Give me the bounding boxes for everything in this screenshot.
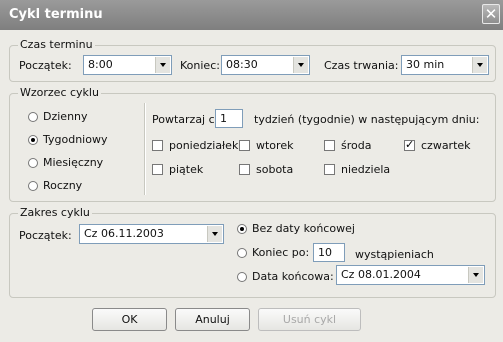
chevron-down-icon[interactable] bbox=[472, 57, 487, 73]
checkbox-saturday-box[interactable] bbox=[239, 164, 250, 175]
checkbox-thursday-label: czwartek bbox=[421, 139, 471, 152]
range-start-value: Cz 06.11.2003 bbox=[84, 227, 164, 240]
repeat-prefix-label: Powtarzaj co bbox=[152, 113, 222, 126]
start-time-value: 8:00 bbox=[88, 58, 113, 71]
radio-end-date-label: Data końcowa: bbox=[252, 270, 334, 283]
end-time-label: Koniec: bbox=[180, 59, 220, 72]
repeat-interval-input[interactable]: 1 bbox=[215, 109, 243, 128]
checkbox-sunday-label: niedziela bbox=[341, 163, 391, 176]
checkbox-saturday[interactable]: sobota bbox=[239, 163, 293, 176]
chevron-down-icon[interactable] bbox=[293, 57, 308, 73]
checkbox-tuesday[interactable]: wtorek bbox=[239, 139, 293, 152]
checkbox-monday-label: poniedziałek bbox=[169, 139, 239, 152]
end-time-combo[interactable]: 08:30 bbox=[221, 55, 310, 75]
radio-end-date[interactable]: Data końcowa: bbox=[237, 270, 334, 283]
pattern-divider bbox=[144, 103, 146, 195]
end-time-value: 08:30 bbox=[226, 58, 258, 71]
ok-button[interactable]: OK bbox=[92, 308, 167, 331]
checkbox-wednesday[interactable]: środa bbox=[324, 139, 371, 152]
close-icon[interactable]: ✕ bbox=[482, 4, 500, 24]
checkbox-friday-box[interactable] bbox=[152, 164, 163, 175]
radio-weekly-indicator[interactable] bbox=[28, 134, 38, 145]
radio-monthly-label: Miesięczny bbox=[43, 156, 104, 169]
checkbox-monday-box[interactable] bbox=[152, 140, 163, 151]
cancel-button[interactable]: Anuluj bbox=[175, 308, 250, 331]
radio-monthly-indicator[interactable] bbox=[28, 157, 38, 168]
radio-end-after[interactable]: Koniec po: bbox=[237, 246, 309, 259]
radio-yearly-indicator[interactable] bbox=[28, 180, 38, 191]
recurrence-dialog: Cykl terminu ✕ Czas terminu Początek: 8:… bbox=[0, 0, 503, 342]
duration-value: 30 min bbox=[406, 58, 445, 71]
end-date-value: Cz 08.01.2004 bbox=[341, 268, 421, 281]
pattern-group-label: Wzorzec cyklu bbox=[18, 86, 101, 99]
checkbox-sunday-box[interactable] bbox=[324, 164, 335, 175]
remove-recurrence-button[interactable]: Usuń cykl bbox=[258, 308, 361, 331]
checkbox-friday-label: piątek bbox=[169, 163, 204, 176]
radio-monthly[interactable]: Miesięczny bbox=[28, 156, 103, 169]
duration-combo[interactable]: 30 min bbox=[401, 55, 489, 75]
end-date-combo[interactable]: Cz 08.01.2004 bbox=[336, 265, 485, 285]
radio-yearly-label: Roczny bbox=[43, 179, 83, 192]
checkbox-sunday[interactable]: niedziela bbox=[324, 163, 390, 176]
checkbox-wednesday-box[interactable] bbox=[324, 140, 335, 151]
checkbox-tuesday-label: wtorek bbox=[256, 139, 294, 152]
range-group-label: Zakres cyklu bbox=[18, 206, 92, 219]
checkbox-tuesday-box[interactable] bbox=[239, 140, 250, 151]
chevron-down-icon[interactable] bbox=[207, 226, 222, 242]
title-bar[interactable]: Cykl terminu ✕ bbox=[0, 0, 503, 30]
checkbox-monday[interactable]: poniedziałek bbox=[152, 139, 238, 152]
checkbox-thursday-box[interactable] bbox=[404, 138, 415, 151]
radio-daily-indicator[interactable] bbox=[28, 111, 38, 122]
checkbox-saturday-label: sobota bbox=[256, 163, 294, 176]
start-time-combo[interactable]: 8:00 bbox=[83, 55, 172, 75]
radio-yearly[interactable]: Roczny bbox=[28, 179, 82, 192]
checkbox-friday[interactable]: piątek bbox=[152, 163, 203, 176]
chevron-down-icon[interactable] bbox=[468, 267, 483, 283]
checkbox-wednesday-label: środa bbox=[341, 139, 372, 152]
occurrences-label: wystąpieniach bbox=[355, 248, 434, 261]
radio-end-after-indicator[interactable] bbox=[237, 247, 247, 258]
radio-no-end-date-indicator[interactable] bbox=[237, 223, 247, 234]
radio-weekly[interactable]: Tygodniowy bbox=[28, 133, 107, 146]
duration-label: Czas trwania: bbox=[324, 59, 399, 72]
checkbox-thursday[interactable]: czwartek bbox=[404, 138, 471, 152]
dialog-title: Cykl terminu bbox=[9, 7, 103, 22]
start-time-label: Początek: bbox=[19, 59, 72, 72]
radio-no-end-date-label: Bez daty końcowej bbox=[252, 222, 355, 235]
radio-daily[interactable]: Dzienny bbox=[28, 110, 88, 123]
radio-weekly-label: Tygodniowy bbox=[43, 133, 108, 146]
radio-end-after-label: Koniec po: bbox=[252, 246, 310, 259]
radio-daily-label: Dzienny bbox=[43, 110, 88, 123]
radio-no-end-date[interactable]: Bez daty końcowej bbox=[237, 222, 355, 235]
time-group-label: Czas terminu bbox=[18, 38, 95, 51]
range-start-label: Początek: bbox=[19, 229, 72, 242]
chevron-down-icon[interactable] bbox=[155, 57, 170, 73]
radio-end-date-indicator[interactable] bbox=[237, 271, 247, 282]
range-start-combo[interactable]: Cz 06.11.2003 bbox=[79, 224, 224, 244]
occurrences-input[interactable]: 10 bbox=[313, 243, 345, 262]
repeat-suffix-label: tydzień (tygodnie) w następującym dniu: bbox=[254, 113, 480, 126]
